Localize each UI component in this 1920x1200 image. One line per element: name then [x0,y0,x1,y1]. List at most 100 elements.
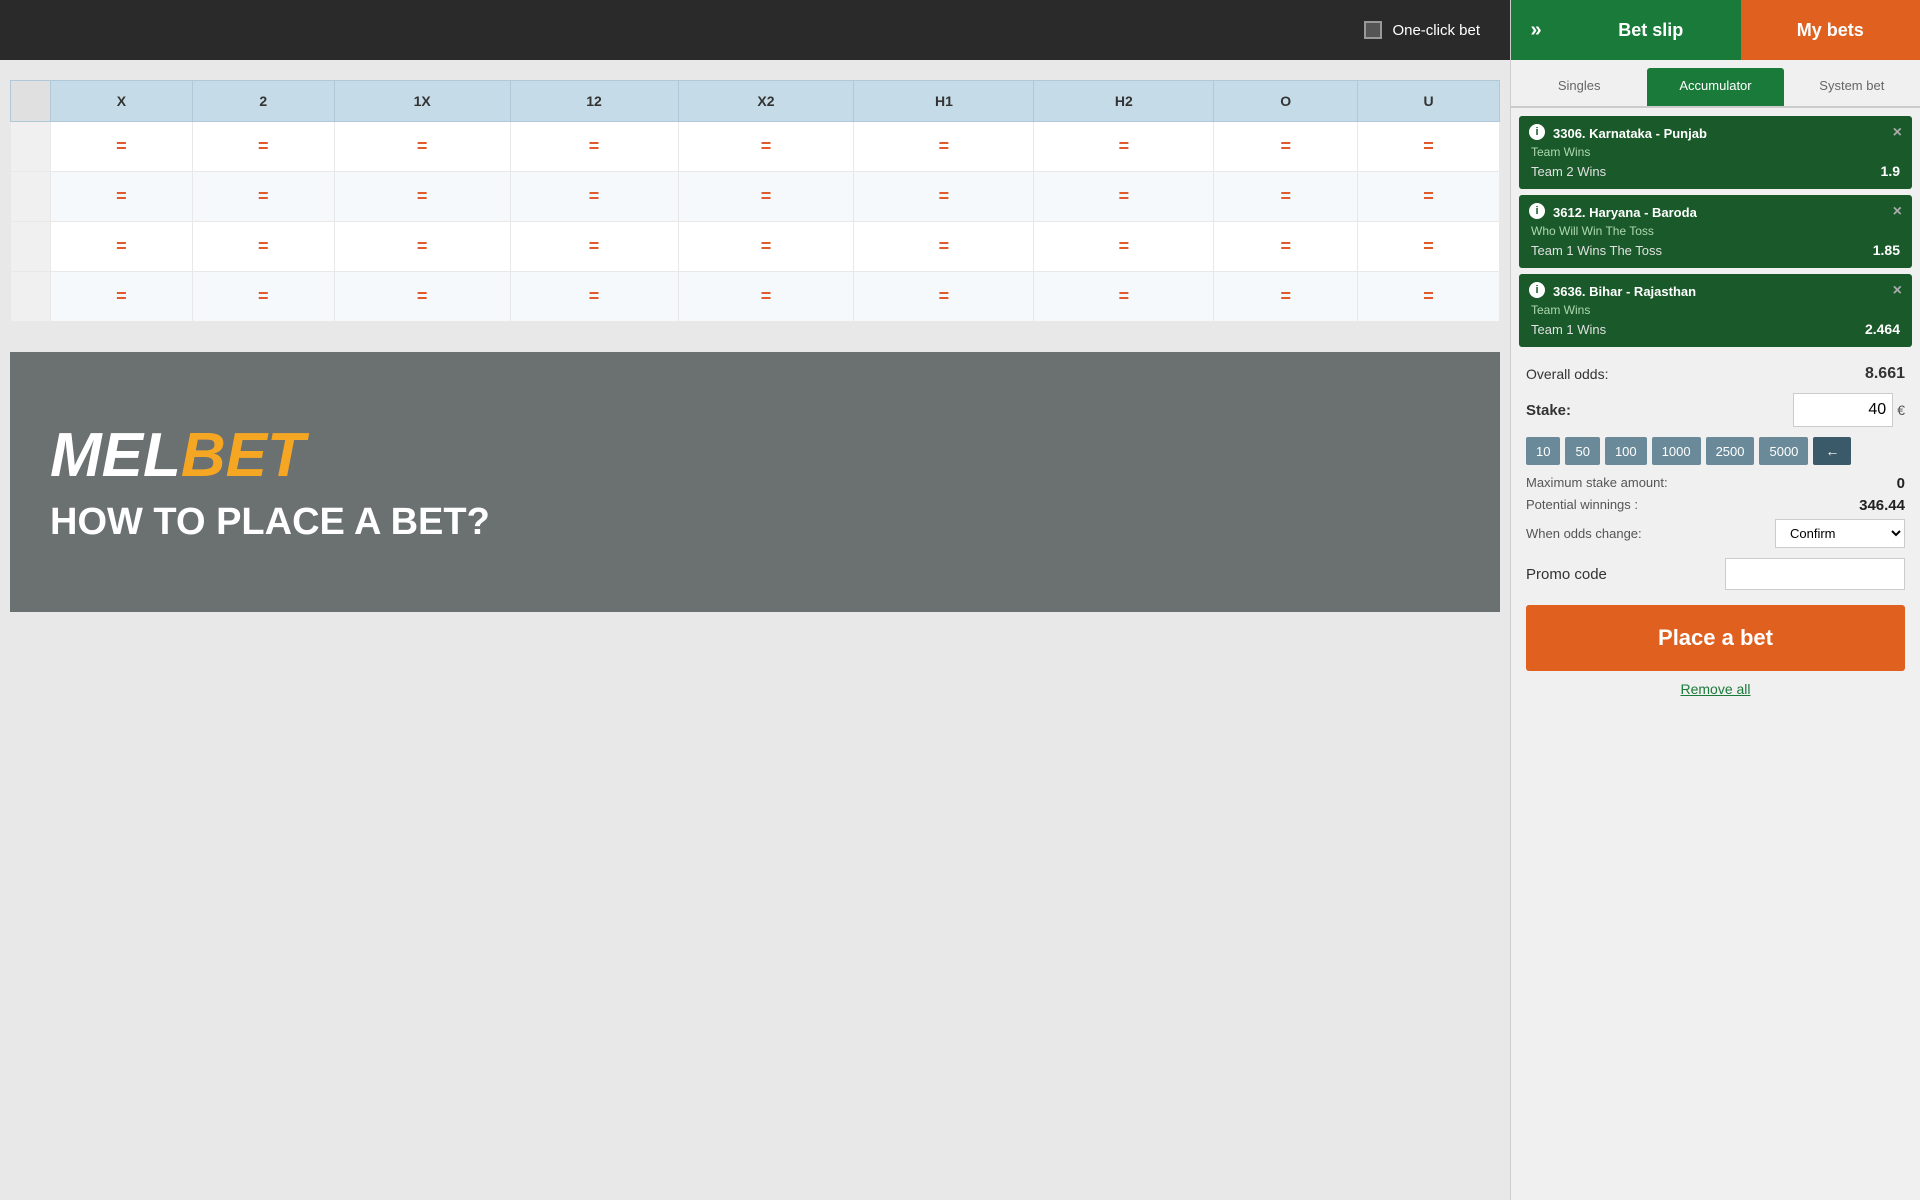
col-header-x2: X2 [678,81,854,122]
col-header-2: 2 [192,81,334,122]
promo-code-input[interactable] [1725,558,1905,590]
col-header-x: X [51,81,193,122]
top-bar: One-click bet [0,0,1510,60]
odds-cell[interactable]: = [510,172,678,222]
bet-item-title: 3306. Karnataka - Punjab [1553,126,1900,141]
odds-cell[interactable]: = [1214,272,1358,322]
odds-cell[interactable]: = [334,172,510,222]
bet-item-info-icon: i [1529,124,1545,140]
tab-singles[interactable]: Singles [1511,68,1647,106]
col-header-h2: H2 [1034,81,1214,122]
odds-cell[interactable]: = [678,222,854,272]
place-bet-button[interactable]: Place a bet [1526,605,1905,671]
sidebar-chevron[interactable]: » [1511,0,1561,60]
one-click-checkbox[interactable] [1364,21,1382,39]
tab-my-bets[interactable]: My bets [1741,0,1920,60]
col-header-u: U [1358,81,1500,122]
odds-table-container: X 2 1X 12 X2 H1 H2 O U =================… [10,80,1500,322]
odds-cell[interactable]: = [334,122,510,172]
max-stake-value: 0 [1897,475,1905,492]
promo-code-label: Promo code [1526,566,1607,583]
odds-cell[interactable]: = [1358,172,1500,222]
row-label [11,222,51,272]
table-row: ========= [11,222,1500,272]
col-header-12: 12 [510,81,678,122]
bet-item-footer: Team 1 Wins The Toss 1.85 [1531,242,1900,258]
bet-item-info-icon: i [1529,203,1545,219]
bet-item: i × 3306. Karnataka - Punjab Team Wins T… [1519,116,1912,189]
odds-cell[interactable]: = [192,122,334,172]
odds-table: X 2 1X 12 X2 H1 H2 O U =================… [10,80,1500,322]
odds-cell[interactable]: = [854,272,1034,322]
bet-item-odds: 1.85 [1873,242,1900,258]
bet-item-close-icon[interactable]: × [1893,124,1902,142]
currency-symbol: € [1897,402,1905,418]
odds-cell[interactable]: = [1034,222,1214,272]
col-header-h1: H1 [854,81,1034,122]
bet-item-footer: Team 2 Wins 1.9 [1531,163,1900,179]
odds-cell[interactable]: = [51,122,193,172]
odds-cell[interactable]: = [192,222,334,272]
bet-item-close-icon[interactable]: × [1893,282,1902,300]
tab-system[interactable]: System bet [1784,68,1920,106]
quick-stake-button[interactable]: 2500 [1706,437,1755,465]
odds-cell[interactable]: = [854,122,1034,172]
col-header-o: O [1214,81,1358,122]
col-header-empty [11,81,51,122]
bet-items-list: i × 3306. Karnataka - Punjab Team Wins T… [1511,108,1920,355]
row-label [11,122,51,172]
stake-backspace-button[interactable]: ← [1813,437,1851,465]
max-stake-row: Maximum stake amount: 0 [1526,475,1905,492]
odds-cell[interactable]: = [1214,172,1358,222]
odds-change-label: When odds change: [1526,526,1642,541]
max-stake-label: Maximum stake amount: [1526,475,1668,492]
quick-stake-button[interactable]: 5000 [1759,437,1808,465]
odds-cell[interactable]: = [510,222,678,272]
odds-cell[interactable]: = [334,272,510,322]
odds-cell[interactable]: = [1214,222,1358,272]
quick-stake-button[interactable]: 100 [1605,437,1647,465]
quick-stake-button[interactable]: 10 [1526,437,1560,465]
bet-item-selection: Team 2 Wins [1531,164,1606,179]
bet-item-info-icon: i [1529,282,1545,298]
odds-cell[interactable]: = [854,222,1034,272]
bet-item-title: 3636. Bihar - Rajasthan [1553,284,1900,299]
overall-odds-label: Overall odds: [1526,366,1608,382]
col-header-1x: 1X [334,81,510,122]
odds-cell[interactable]: = [192,172,334,222]
odds-cell[interactable]: = [1358,222,1500,272]
odds-cell[interactable]: = [51,272,193,322]
odds-cell[interactable]: = [510,122,678,172]
stake-input[interactable] [1793,393,1893,427]
bet-item-close-icon[interactable]: × [1893,203,1902,221]
one-click-bet-toggle[interactable]: One-click bet [1364,21,1480,39]
tab-accumulator[interactable]: Accumulator [1647,68,1783,106]
overall-odds-row: Overall odds: 8.661 [1526,365,1905,383]
odds-cell[interactable]: = [678,122,854,172]
banner: MELBET HOW TO PLACE A BET? [10,352,1500,612]
logo-mel: MEL [50,421,181,490]
table-row: ========= [11,122,1500,172]
odds-cell[interactable]: = [1034,272,1214,322]
bet-summary: Overall odds: 8.661 Stake: € 10501001000… [1511,355,1920,707]
quick-stake-button[interactable]: 50 [1565,437,1599,465]
odds-cell[interactable]: = [1358,272,1500,322]
odds-change-select[interactable]: Confirm [1775,519,1905,548]
odds-cell[interactable]: = [1034,122,1214,172]
odds-cell[interactable]: = [854,172,1034,222]
odds-cell[interactable]: = [51,172,193,222]
odds-cell[interactable]: = [678,172,854,222]
odds-cell[interactable]: = [678,272,854,322]
odds-cell[interactable]: = [192,272,334,322]
remove-all-link[interactable]: Remove all [1526,681,1905,697]
odds-cell[interactable]: = [1034,172,1214,222]
table-row: ========= [11,172,1500,222]
potential-winnings-row: Potential winnings : 346.44 [1526,497,1905,514]
odds-cell[interactable]: = [1214,122,1358,172]
odds-cell[interactable]: = [51,222,193,272]
tab-bet-slip[interactable]: Bet slip [1561,0,1741,60]
odds-cell[interactable]: = [334,222,510,272]
odds-cell[interactable]: = [1358,122,1500,172]
quick-stake-button[interactable]: 1000 [1652,437,1701,465]
odds-cell[interactable]: = [510,272,678,322]
